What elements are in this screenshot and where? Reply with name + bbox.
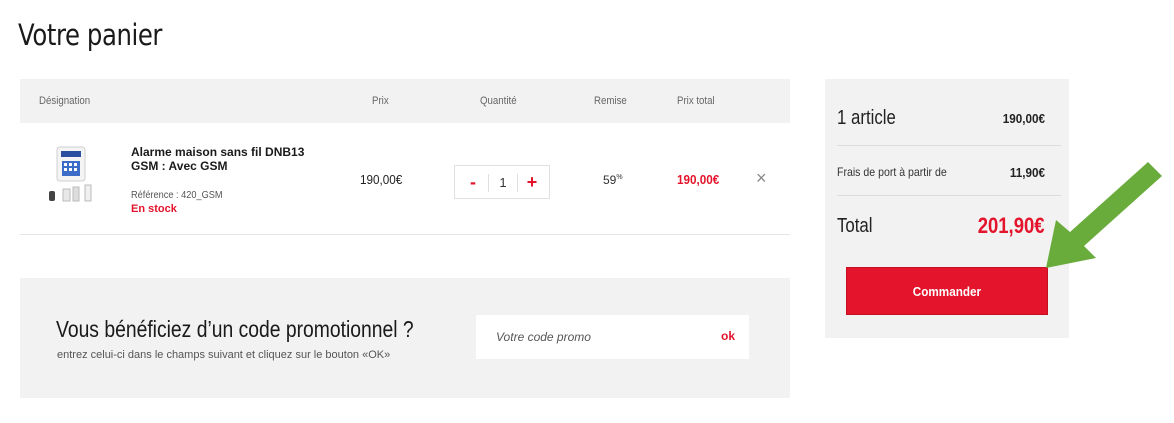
- promo-title: Vous bénéficiez d’un code promotionnel ?: [56, 316, 414, 342]
- header-quantite: Quantité: [480, 95, 517, 107]
- discount-number: 59: [603, 173, 617, 187]
- discount-unit: %: [616, 174, 623, 181]
- summary-divider: [837, 145, 1061, 146]
- articles-subtotal: 190,00€: [1002, 111, 1045, 126]
- product-reference: Référence : 420_GSM: [131, 190, 223, 201]
- order-button[interactable]: Commander: [846, 267, 1048, 315]
- quantity-decrease-button[interactable]: -: [462, 170, 484, 194]
- table-row: Alarme maison sans fil DNB13 GSM : Avec …: [20, 123, 790, 235]
- promo-code-panel: Vous bénéficiez d’un code promotionnel ?…: [20, 278, 790, 398]
- quantity-stepper: - 1 +: [454, 165, 550, 199]
- unit-price: 190,00€: [360, 172, 403, 187]
- header-designation: Désignation: [39, 95, 91, 107]
- header-prix-total: Prix total: [677, 95, 715, 107]
- arrow-icon: [1046, 162, 1162, 268]
- header-prix: Prix: [372, 95, 389, 107]
- header-remise: Remise: [594, 95, 627, 107]
- product-name[interactable]: Alarme maison sans fil DNB13 GSM : Avec …: [131, 145, 331, 173]
- article-count: 1 article: [837, 107, 896, 129]
- summary-divider: [837, 195, 1061, 196]
- close-icon[interactable]: ×: [756, 168, 767, 189]
- line-total: 190,00€: [677, 172, 720, 187]
- discount-value: 59%: [603, 173, 623, 187]
- promo-subtitle: entrez celui-ci dans le champs suivant e…: [57, 349, 391, 361]
- promo-code-input[interactable]: [476, 315, 706, 359]
- shipping-label: Frais de port à partir de: [837, 165, 947, 179]
- total-label: Total: [837, 215, 873, 237]
- order-button-label: Commander: [912, 283, 982, 299]
- cart-table-header: Désignation Prix Quantité Remise Prix to…: [20, 79, 790, 123]
- stock-status: En stock: [131, 203, 177, 215]
- page-title: Votre panier: [18, 18, 163, 52]
- quantity-value[interactable]: 1: [488, 174, 518, 192]
- cart-table: Désignation Prix Quantité Remise Prix to…: [20, 79, 790, 235]
- promo-input-wrapper: ok: [476, 315, 749, 359]
- promo-ok-button[interactable]: ok: [721, 329, 735, 343]
- product-image[interactable]: [47, 145, 95, 205]
- quantity-increase-button[interactable]: +: [521, 170, 543, 194]
